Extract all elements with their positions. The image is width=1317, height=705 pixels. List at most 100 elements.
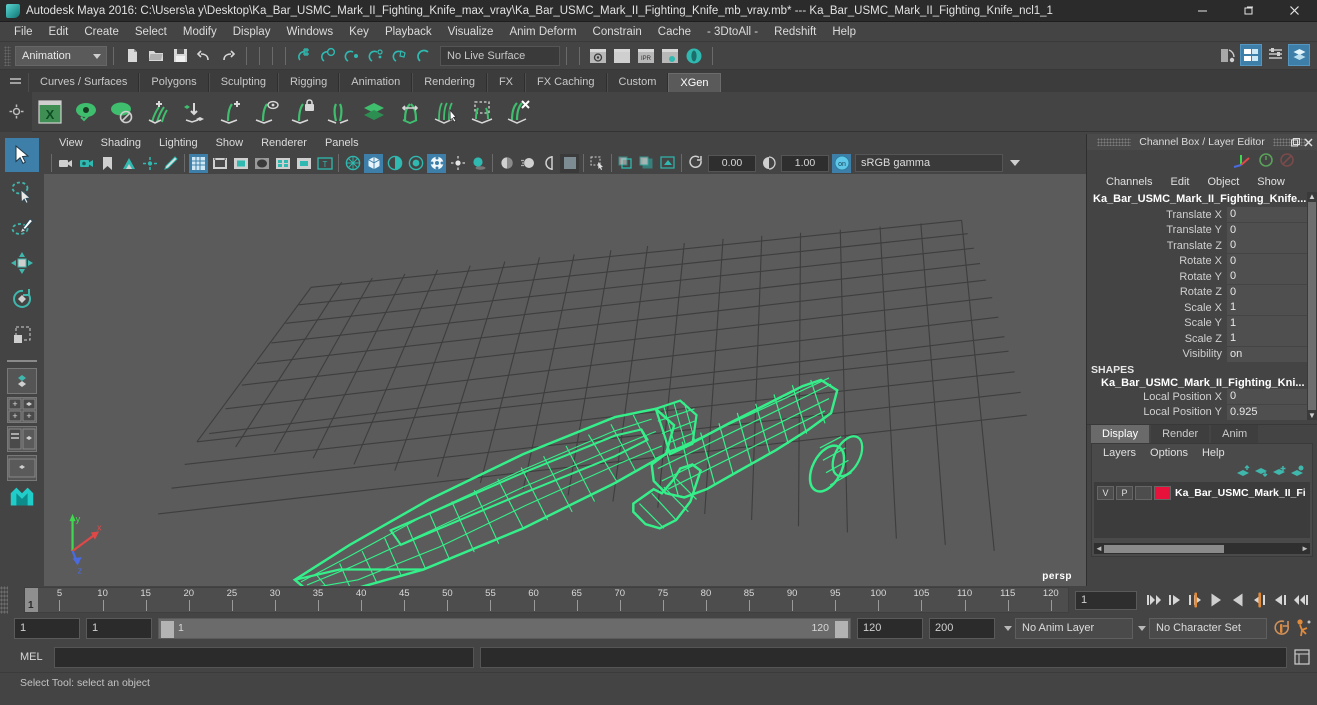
new-scene-icon[interactable] (121, 45, 143, 67)
grease-pencil-icon[interactable] (161, 154, 180, 173)
select-tool-button[interactable] (5, 138, 39, 172)
layers-menu[interactable]: Layers (1096, 447, 1143, 459)
step-back-key-button[interactable] (1164, 589, 1185, 611)
viewport-menu-panels[interactable]: Panels (316, 137, 368, 149)
animation-preferences-icon[interactable] (1293, 617, 1317, 639)
open-scene-icon[interactable] (145, 45, 167, 67)
shelf-tab-sculpting[interactable]: Sculpting (208, 73, 278, 92)
xgen-disable-preview-icon[interactable] (105, 95, 139, 129)
xgen-preview-region-icon[interactable] (249, 95, 283, 129)
smooth-shade-all-icon[interactable] (364, 153, 383, 173)
xgen-layers-icon[interactable] (357, 95, 391, 129)
play-forwards-button[interactable] (1227, 589, 1248, 611)
character-set-dropdown-arrow[interactable] (1135, 625, 1149, 631)
xgen-editor-icon[interactable]: X (33, 95, 67, 129)
attr-value[interactable]: 0 (1227, 253, 1307, 269)
xgen-add-grooming-icon[interactable] (141, 95, 175, 129)
minimize-button[interactable] (1179, 0, 1225, 21)
exposure-value-field[interactable]: 0.00 (708, 154, 756, 172)
menu-3dtoall[interactable]: - 3DtoAll - (699, 22, 766, 42)
animation-start-time-field[interactable]: 1 (14, 617, 80, 639)
move-layer-up-icon[interactable] (1234, 463, 1252, 479)
command-input-field[interactable] (54, 646, 474, 668)
anim-layer-field[interactable]: No Anim Layer (1015, 617, 1133, 639)
perspective-viewport[interactable]: y x z persp (44, 174, 1086, 586)
menu-help[interactable]: Help (824, 22, 864, 42)
no-entry-icon[interactable] (1279, 152, 1295, 171)
image-plane-icon[interactable] (119, 154, 138, 173)
go-to-end-button[interactable] (1290, 589, 1311, 611)
xray-joints-icon[interactable] (637, 154, 656, 173)
auto-keyframe-toggle-icon[interactable] (1269, 617, 1293, 639)
channelbox-scrollbar[interactable]: ▲ ▼ (1307, 192, 1317, 420)
new-layer-from-selected-icon[interactable] (1288, 463, 1306, 479)
shelf-tab-custom[interactable]: Custom (606, 73, 669, 92)
viewport-menu-shading[interactable]: Shading (92, 137, 150, 149)
textured-shading-icon[interactable] (427, 153, 446, 173)
hypershade-layout-button[interactable] (7, 484, 37, 510)
xgen-part-icon[interactable] (321, 95, 355, 129)
xgen-lock-icon[interactable] (285, 95, 319, 129)
tab-anim[interactable]: Anim (1211, 425, 1259, 443)
rotate-tool-button[interactable] (5, 282, 39, 316)
shelf-tab-animation[interactable]: Animation (339, 73, 413, 92)
layer-list[interactable]: V P Ka_Bar_USMC_Mark_II_Fi (1094, 482, 1310, 538)
sidebar-channelbox-toggle-icon[interactable] (1264, 44, 1286, 66)
range-start-handle[interactable] (161, 620, 174, 638)
resolution-gate-icon[interactable] (231, 154, 250, 173)
manipulator-axis-icon[interactable] (1232, 152, 1252, 171)
bookmark-icon[interactable] (98, 154, 117, 173)
move-tool-button[interactable] (5, 246, 39, 280)
xray-text-icon[interactable]: T (315, 154, 334, 173)
film-gate-icon[interactable] (210, 154, 229, 173)
undo-icon[interactable] (193, 45, 215, 67)
single-perspective-layout-button[interactable] (7, 368, 37, 394)
channelbox-menu-show[interactable]: Show (1248, 176, 1294, 188)
maximize-restore-button[interactable] (1225, 0, 1271, 21)
layer-playback-toggle[interactable]: P (1116, 485, 1133, 500)
attr-value[interactable]: 0 (1227, 269, 1307, 285)
playback-end-time-field[interactable]: 120 (857, 617, 923, 639)
xgen-brush-select-icon[interactable] (429, 95, 463, 129)
multisample-aa-icon[interactable] (539, 154, 558, 173)
animation-end-time-field[interactable]: 200 (929, 617, 995, 639)
current-frame-field[interactable]: 1 (1075, 590, 1137, 610)
camera-attributes-icon[interactable] (77, 154, 96, 173)
statusline-gripper[interactable] (4, 45, 11, 66)
two-d-pan-zoom-icon[interactable] (140, 154, 159, 173)
wireframe-shading-icon[interactable] (343, 154, 362, 173)
scroll-right-icon[interactable]: ► (1300, 544, 1310, 553)
attr-value[interactable]: 0 (1227, 238, 1307, 254)
channelbox-menu-object[interactable]: Object (1198, 176, 1248, 188)
menu-cache[interactable]: Cache (650, 22, 699, 42)
undock-panel-icon[interactable] (1289, 136, 1302, 149)
motion-blur-icon[interactable] (518, 154, 537, 173)
xgen-move-icon[interactable] (393, 95, 427, 129)
shelf-tab-curves-surfaces[interactable]: Curves / Surfaces (28, 73, 140, 92)
exposure-reset-icon[interactable] (686, 154, 705, 173)
color-management-toggle-icon[interactable]: on (832, 153, 851, 173)
gamma-value-field[interactable]: 1.00 (781, 154, 829, 172)
playback-start-time-field[interactable]: 1 (86, 617, 152, 639)
snap-to-projected-center-icon[interactable] (365, 45, 387, 67)
shelf-tab-fx[interactable]: FX (486, 73, 526, 92)
save-scene-icon[interactable] (169, 45, 191, 67)
tab-render[interactable]: Render (1151, 425, 1210, 443)
time-slider[interactable]: 1 5 10 15 20 25 30 35 40 45 50 55 60 65 70 75 80 85 90 95 1… (24, 587, 1069, 613)
character-set-field[interactable]: No Character Set (1149, 617, 1267, 639)
anim-layer-dropdown-arrow[interactable] (1001, 625, 1015, 631)
layer-row[interactable]: V P Ka_Bar_USMC_Mark_II_Fi (1097, 485, 1307, 500)
viewport-menu-view[interactable]: View (50, 137, 92, 149)
persp-graph-layout-button[interactable] (7, 455, 37, 481)
outliner-persp-layout-button[interactable] (7, 426, 37, 452)
shelf-tab-fx-caching[interactable]: FX Caching (525, 73, 607, 92)
command-language-label[interactable]: MEL (14, 651, 54, 663)
depth-of-field-icon[interactable] (560, 153, 579, 173)
viewport-menu-lighting[interactable]: Lighting (150, 137, 207, 149)
layer-shading-toggle[interactable] (1135, 485, 1152, 500)
script-editor-icon[interactable] (1291, 647, 1313, 668)
scrollbar-thumb[interactable] (1308, 202, 1316, 410)
xgen-place-icon[interactable] (177, 95, 211, 129)
exposure-toggle-icon[interactable] (273, 154, 292, 173)
menu-windows[interactable]: Windows (278, 22, 341, 42)
